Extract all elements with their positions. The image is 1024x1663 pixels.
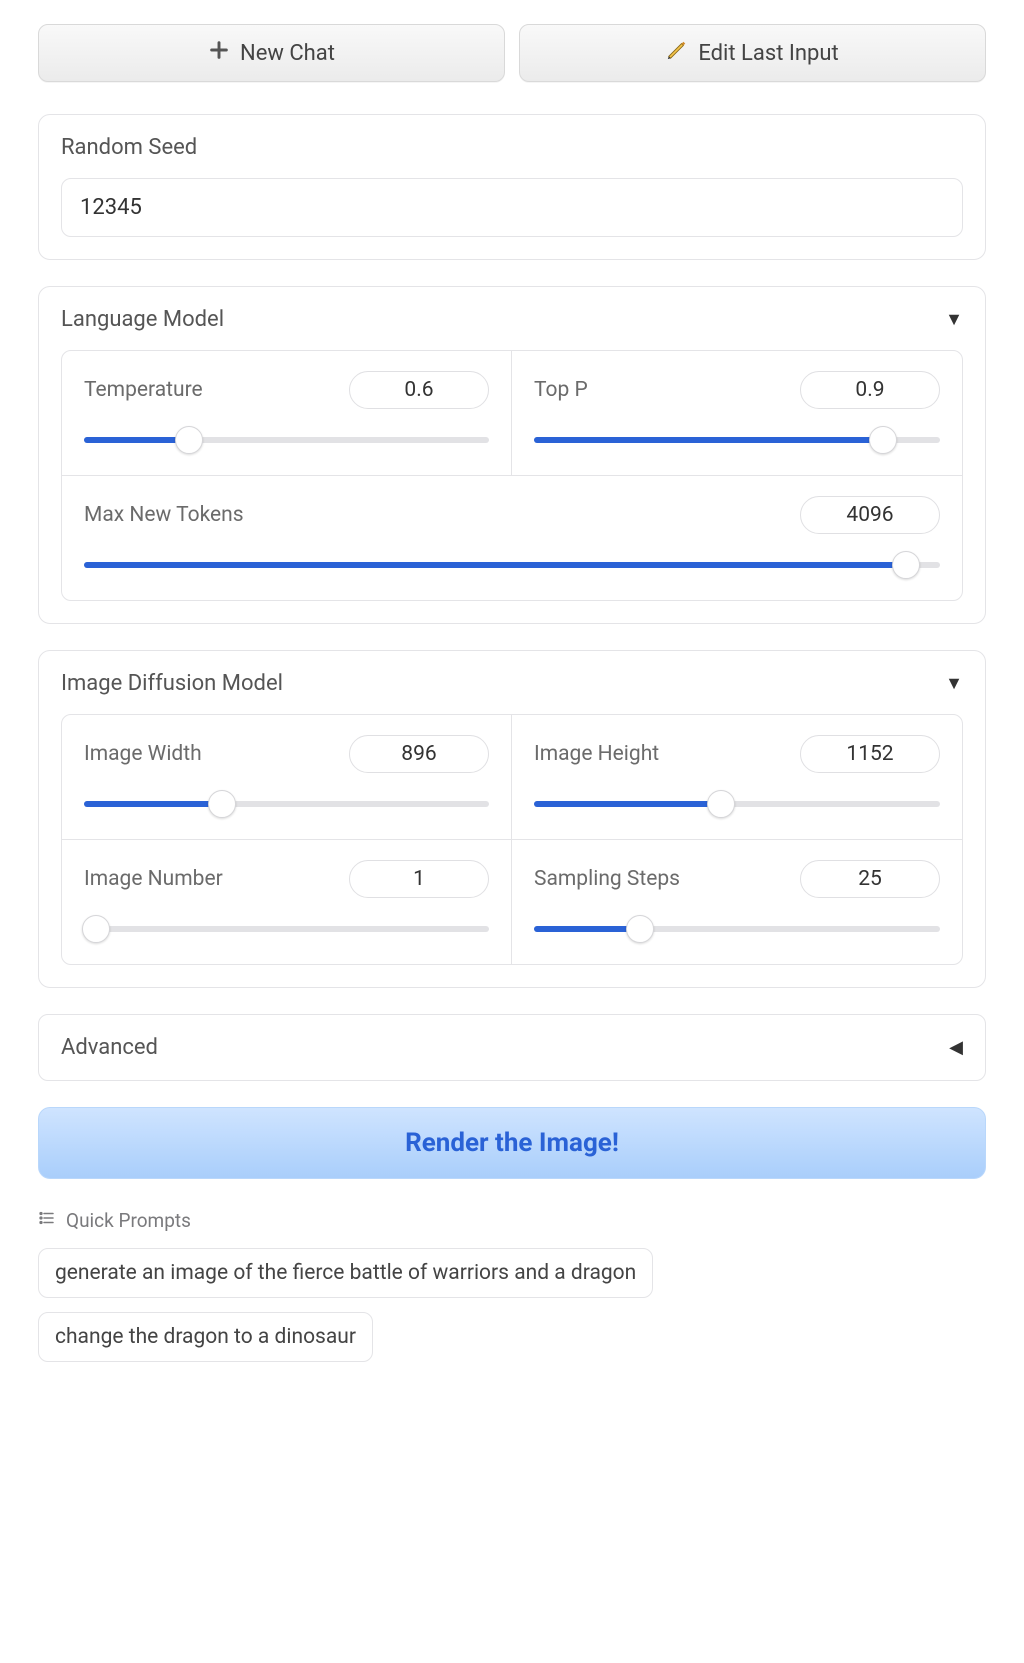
sampling-steps-value[interactable]: 25 — [800, 860, 940, 898]
advanced-title: Advanced — [61, 1035, 158, 1060]
new-chat-label: New Chat — [240, 41, 335, 66]
random-seed-input[interactable] — [61, 178, 963, 237]
sampling-steps-cell: Sampling Steps 25 — [512, 840, 962, 964]
language-model-title: Language Model — [61, 307, 224, 332]
temperature-value[interactable]: 0.6 — [349, 371, 489, 409]
temperature-label: Temperature — [84, 378, 203, 402]
max-tokens-slider[interactable] — [84, 554, 940, 576]
top-p-value[interactable]: 0.9 — [800, 371, 940, 409]
top-p-cell: Top P 0.9 — [512, 351, 962, 476]
chevron-down-icon[interactable]: ▼ — [945, 673, 963, 694]
chevron-down-icon[interactable]: ▼ — [945, 309, 963, 330]
image-number-cell: Image Number 1 — [62, 840, 512, 964]
random-seed-panel: Random Seed — [38, 114, 986, 260]
image-number-label: Image Number — [84, 867, 223, 891]
chevron-left-icon[interactable]: ◀ — [949, 1037, 963, 1058]
max-tokens-value[interactable]: 4096 — [800, 496, 940, 534]
image-width-cell: Image Width 896 — [62, 715, 512, 840]
edit-last-input-button[interactable]: Edit Last Input — [519, 24, 986, 82]
image-diffusion-panel: Image Diffusion Model ▼ Image Width 896 … — [38, 650, 986, 988]
image-number-slider[interactable] — [84, 918, 489, 940]
image-height-value[interactable]: 1152 — [800, 735, 940, 773]
quick-prompt-chip[interactable]: generate an image of the fierce battle o… — [38, 1248, 653, 1298]
random-seed-title: Random Seed — [61, 135, 963, 160]
new-chat-button[interactable]: New Chat — [38, 24, 505, 82]
edit-last-label: Edit Last Input — [698, 41, 838, 66]
quick-prompts-header: Quick Prompts — [38, 1209, 986, 1232]
top-p-label: Top P — [534, 378, 588, 402]
sampling-steps-slider[interactable] — [534, 918, 940, 940]
pencil-icon — [666, 39, 688, 67]
image-number-value[interactable]: 1 — [349, 860, 489, 898]
max-tokens-cell: Max New Tokens 4096 — [62, 476, 962, 600]
render-image-button[interactable]: Render the Image! — [38, 1107, 986, 1179]
max-tokens-label: Max New Tokens — [84, 503, 244, 527]
language-model-panel: Language Model ▼ Temperature 0.6 Top P 0… — [38, 286, 986, 624]
render-image-label: Render the Image! — [405, 1128, 619, 1158]
image-width-label: Image Width — [84, 742, 202, 766]
quick-prompt-chip[interactable]: change the dragon to a dinosaur — [38, 1312, 373, 1362]
image-diffusion-title: Image Diffusion Model — [61, 671, 283, 696]
list-icon — [38, 1209, 56, 1232]
image-height-cell: Image Height 1152 — [512, 715, 962, 840]
temperature-slider[interactable] — [84, 429, 489, 451]
advanced-panel[interactable]: Advanced ◀ — [38, 1014, 986, 1081]
image-height-label: Image Height — [534, 742, 659, 766]
top-p-slider[interactable] — [534, 429, 940, 451]
plus-icon — [208, 39, 230, 67]
quick-prompts-title: Quick Prompts — [66, 1209, 191, 1232]
sampling-steps-label: Sampling Steps — [534, 867, 680, 891]
image-width-slider[interactable] — [84, 793, 489, 815]
temperature-cell: Temperature 0.6 — [62, 351, 512, 476]
image-height-slider[interactable] — [534, 793, 940, 815]
image-width-value[interactable]: 896 — [349, 735, 489, 773]
